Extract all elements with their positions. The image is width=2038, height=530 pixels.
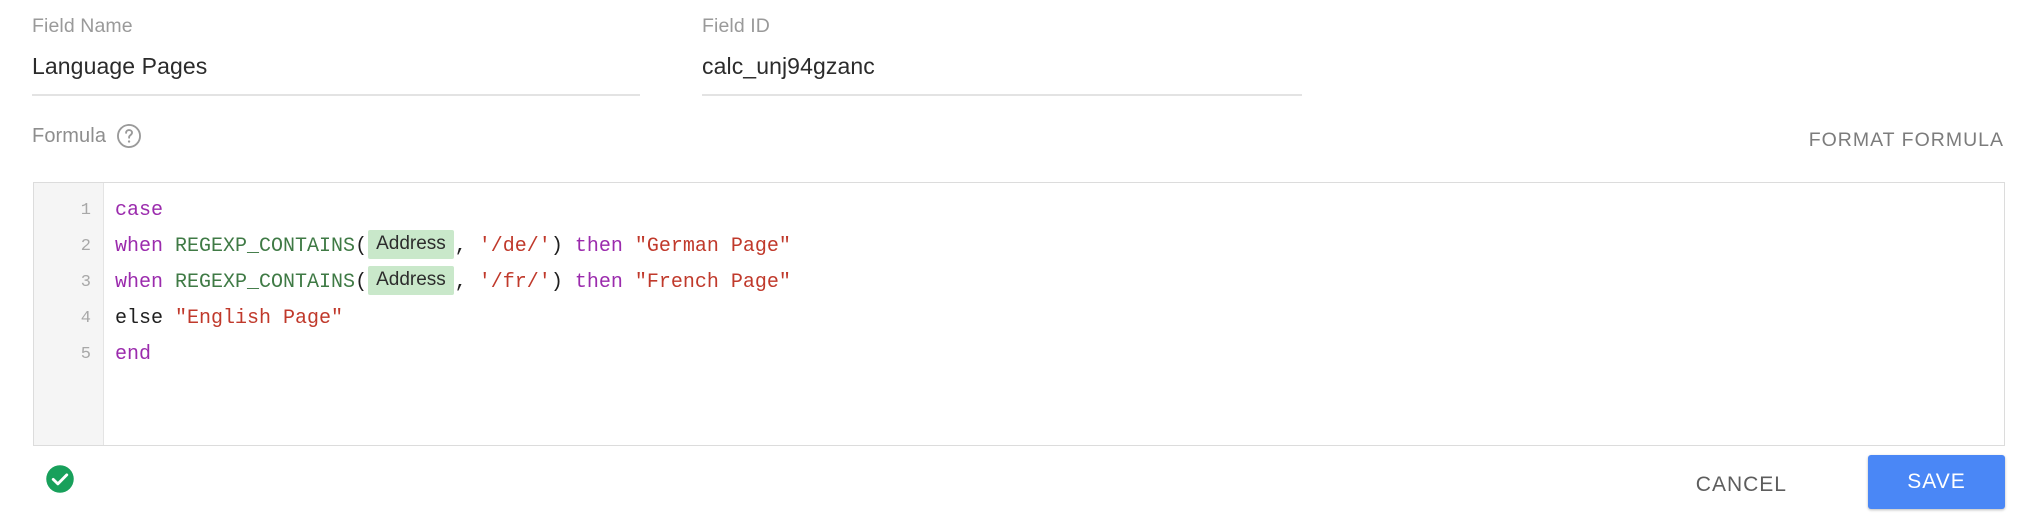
code-token-punctuation: ) bbox=[550, 235, 575, 258]
field-reference-chip[interactable]: Address bbox=[368, 266, 454, 295]
editor-code-line[interactable]: case bbox=[115, 193, 2004, 229]
formula-label-group: Formula bbox=[32, 123, 142, 149]
code-token-keyword: case bbox=[115, 199, 164, 222]
code-token-regex: '/fr/' bbox=[478, 271, 551, 294]
editor-code-line[interactable]: when REGEXP_CONTAINS(Address, '/de/') th… bbox=[115, 229, 2004, 265]
field-name-label: Field Name bbox=[32, 15, 133, 37]
editor-line-number: 5 bbox=[80, 345, 91, 364]
code-token-keyword: when bbox=[115, 271, 164, 294]
code-token-regex: '/de/' bbox=[478, 235, 551, 258]
editor-line-number-gutter: 1 2 3 4 5 bbox=[34, 183, 104, 445]
field-name-group: Field Name bbox=[32, 14, 640, 96]
formula-label: Formula bbox=[32, 125, 107, 147]
field-id-input[interactable] bbox=[702, 51, 1302, 96]
code-token-function: REGEXP_CONTAINS bbox=[175, 235, 356, 258]
code-token-punctuation: , bbox=[454, 235, 479, 258]
formula-header: Formula FORMAT FORMULA bbox=[32, 123, 2006, 165]
formula-code-editor[interactable]: 1 2 3 4 5 case when REGEXP_CONTAINS(Address, … bbox=[33, 182, 2005, 446]
editor-line-number: 1 bbox=[80, 201, 91, 220]
field-name-input[interactable] bbox=[32, 51, 640, 96]
code-token-punctuation: ( bbox=[355, 235, 368, 258]
formula-field-editor-panel: Field Name Field ID Formula FORMAT FORMU… bbox=[0, 0, 2038, 530]
field-id-label: Field ID bbox=[702, 15, 770, 37]
field-reference-chip[interactable]: Address bbox=[368, 230, 454, 259]
code-token-punctuation: ) bbox=[550, 271, 575, 294]
editor-code-line[interactable]: when REGEXP_CONTAINS(Address, '/fr/') th… bbox=[115, 265, 2004, 301]
code-token-string: "French Page" bbox=[634, 271, 791, 294]
editor-code-line[interactable]: else "English Page" bbox=[115, 301, 2004, 337]
editor-code-area[interactable]: case when REGEXP_CONTAINS(Address, '/de/'… bbox=[104, 183, 2004, 445]
code-token-keyword: then bbox=[574, 271, 623, 294]
editor-line-number: 2 bbox=[80, 237, 91, 256]
code-token-function: REGEXP_CONTAINS bbox=[175, 271, 356, 294]
editor-code-line[interactable]: end bbox=[115, 337, 2004, 373]
code-token-keyword: when bbox=[115, 235, 164, 258]
code-token-keyword: then bbox=[574, 235, 623, 258]
editor-line-number: 4 bbox=[80, 309, 91, 328]
field-properties-row: Field Name Field ID bbox=[0, 0, 2038, 110]
code-token-punctuation: ( bbox=[355, 271, 368, 294]
format-formula-button[interactable]: FORMAT FORMULA bbox=[1807, 125, 2006, 156]
code-token-keyword: end bbox=[115, 343, 152, 366]
editor-footer-actions: CANCEL SAVE bbox=[0, 455, 2038, 530]
save-button[interactable]: SAVE bbox=[1868, 455, 2005, 509]
field-id-group: Field ID bbox=[702, 14, 1302, 96]
cancel-button[interactable]: CANCEL bbox=[1680, 461, 1803, 509]
code-token-string: "German Page" bbox=[634, 235, 791, 258]
question-mark-circle-icon[interactable] bbox=[116, 123, 142, 149]
code-token-punctuation: , bbox=[454, 271, 479, 294]
code-token-string: "English Page" bbox=[175, 307, 344, 330]
editor-line-number: 3 bbox=[80, 273, 91, 292]
code-token-plain: else bbox=[115, 307, 164, 330]
